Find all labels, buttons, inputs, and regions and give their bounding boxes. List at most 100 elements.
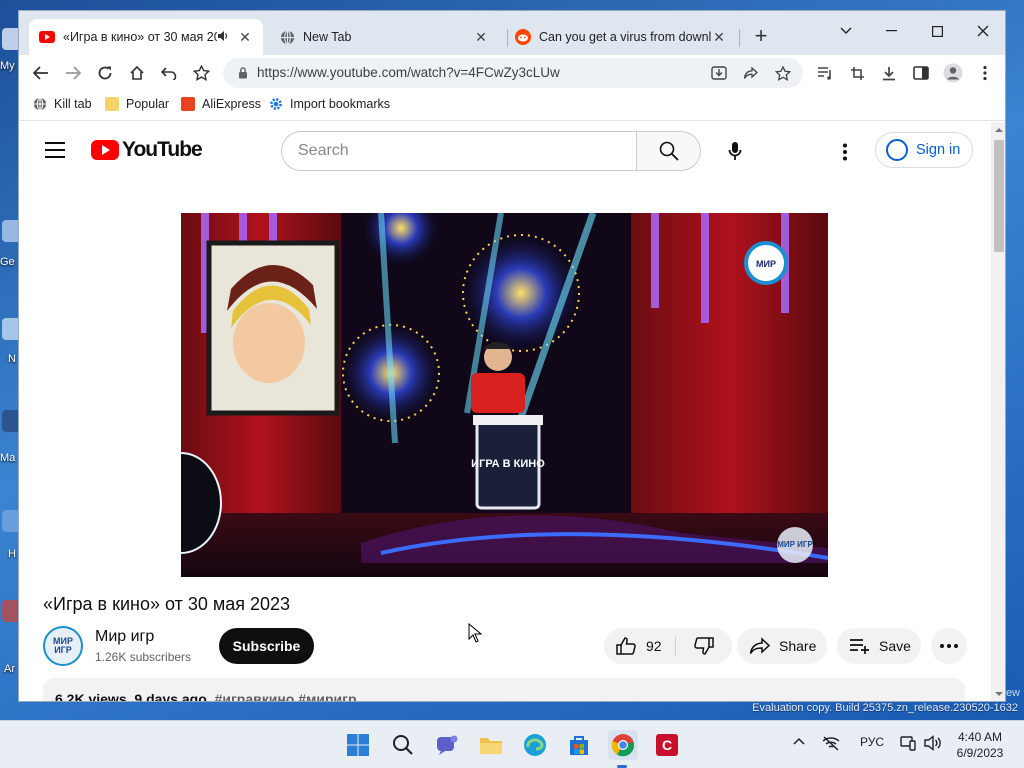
tab-reddit[interactable]: Can you get a virus from downloading ✕ [505,19,737,55]
gear-icon [269,97,283,111]
file-explorer-icon[interactable] [476,730,506,760]
bookmark-label: AliExpress [202,97,262,111]
tab-youtube[interactable]: «Игра в кино» от 30 мая 2023 года ✕ [29,19,263,55]
view-count: 6.2K views [55,691,127,702]
search-button[interactable] [637,131,701,171]
thumbs-down-icon [694,637,714,655]
bookmarks-bar: Kill tab Popular AliExpress Import bookm… [19,91,1005,121]
system-clock[interactable]: 4:40 AM 6/9/2023 [948,729,1012,761]
tab-new-tab[interactable]: New Tab ✕ [269,19,499,55]
close-window-button[interactable] [963,17,1003,45]
youtube-logo[interactable]: YouTube [91,138,203,162]
description-box[interactable]: 6.2K views 9 days ago #игравкино #миригр [43,678,965,702]
description-meta: 6.2K views 9 days ago #игравкино #миригр [55,691,357,702]
back-button[interactable] [29,61,53,85]
side-panel-icon[interactable] [909,61,933,85]
svg-text:C: C [662,737,672,753]
forward-button[interactable] [61,61,85,85]
chrome-globe-icon [279,29,295,45]
subscriber-count: 1.26K subscribers [95,650,192,664]
like-count: 92 [646,638,662,654]
chrome-menu-icon[interactable] [973,61,997,85]
scroll-up-icon[interactable] [991,124,1006,136]
desktop-label: N [8,353,16,365]
audio-playing-icon[interactable] [217,30,231,45]
search-icon[interactable] [388,730,418,760]
crop-screenshot-icon[interactable] [845,61,869,85]
upload-age: 9 days ago [134,691,207,702]
close-tab-icon[interactable]: ✕ [711,29,727,46]
bookmark-folder-popular[interactable]: Popular [105,97,169,111]
teams-icon[interactable] [432,730,462,760]
browser-window: «Игра в кино» от 30 мая 2023 года ✕ New … [18,10,1006,702]
hamburger-menu-icon[interactable] [45,142,65,158]
install-app-icon[interactable] [707,61,731,85]
search-input[interactable]: Search [281,131,637,171]
address-bar[interactable]: https://www.youtube.com/watch?v=4FCwZy3c… [223,58,803,88]
reddit-icon [515,29,531,45]
video-player[interactable]: ИГРА В КИНО МИР МИР ИГР [181,213,828,577]
hashtags[interactable]: #игравкино #миригр [215,691,357,701]
downloads-icon[interactable] [877,61,901,85]
bookmark-aliexpress[interactable]: AliExpress [181,97,261,111]
youtube-icon [39,29,55,45]
channel-avatar[interactable]: МИР ИГР [43,626,83,666]
bookmark-star-icon[interactable] [189,61,213,85]
tab-title: New Tab [303,30,352,44]
bookmark-kill-tab[interactable]: Kill tab [33,97,92,111]
bookmark-page-star-icon[interactable] [771,61,795,85]
channel-watermark-bottom: МИР ИГР [777,540,813,549]
youtube-wordmark: YouTube [122,138,203,161]
more-actions-button[interactable] [931,628,967,664]
reload-button[interactable] [93,61,117,85]
undo-icon[interactable] [157,61,181,85]
new-tab-button[interactable]: + [749,25,773,49]
home-button[interactable] [125,61,149,85]
media-controls-icon[interactable] [813,61,837,85]
share-button[interactable]: Share [737,628,827,664]
show-hidden-icons-chevron-icon[interactable] [792,735,806,749]
share-label: Share [779,638,817,654]
scrollbar-thumb[interactable] [994,140,1004,252]
close-tab-icon[interactable]: ✕ [473,29,489,46]
mouse-cursor-icon [468,623,482,643]
site-info-icon[interactable] [231,61,255,85]
tab-search-chevron-icon[interactable] [826,17,866,45]
video-title: «Игра в кино» от 30 мая 2023 [43,594,291,614]
bookmark-label: Popular [126,97,170,111]
settings-more-icon[interactable] [835,140,855,164]
sign-in-button[interactable]: Sign in [875,132,973,168]
bookmark-import-bookmarks[interactable]: Import bookmarks [269,97,390,111]
save-label: Save [879,638,911,654]
store-icon[interactable] [564,730,594,760]
minimize-button[interactable] [871,17,911,45]
url-text: https://www.youtube.com/watch?v=4FCwZy3c… [257,65,560,80]
more-horizontal-icon [940,644,958,648]
close-tab-icon[interactable]: ✕ [237,29,253,46]
channel-name[interactable]: Мир игр [95,628,154,646]
volume-icon[interactable] [924,735,942,754]
maximize-button[interactable] [917,17,957,45]
evaluation-watermark: Evaluation copy. Build 25375.zn_release.… [752,702,1018,714]
tab-strip: «Игра в кино» от 30 мая 2023 года ✕ New … [19,11,1005,55]
windows-start-icon[interactable] [343,730,373,760]
globe-icon [33,97,47,111]
phone-link-icon[interactable] [900,735,916,754]
scroll-down-icon[interactable] [991,688,1006,700]
browser-toolbar: https://www.youtube.com/watch?v=4FCwZy3c… [19,55,1005,91]
subscribe-button[interactable]: Subscribe [219,628,314,664]
network-disconnected-icon[interactable] [822,735,840,754]
page-scrollbar[interactable] [991,122,1006,701]
input-language-indicator[interactable]: РУС [860,735,884,749]
share-page-icon[interactable] [739,61,763,85]
share-arrow-icon [749,637,771,654]
app-c-icon[interactable]: C [652,730,682,760]
edge-icon[interactable] [520,730,550,760]
voice-search-button[interactable] [715,131,755,171]
tab-separator [739,29,740,47]
save-button[interactable]: Save [837,628,921,664]
search-placeholder: Search [298,142,349,159]
profile-avatar-icon[interactable] [941,61,965,85]
dislike-button[interactable] [676,628,732,664]
chrome-icon[interactable] [608,730,638,760]
